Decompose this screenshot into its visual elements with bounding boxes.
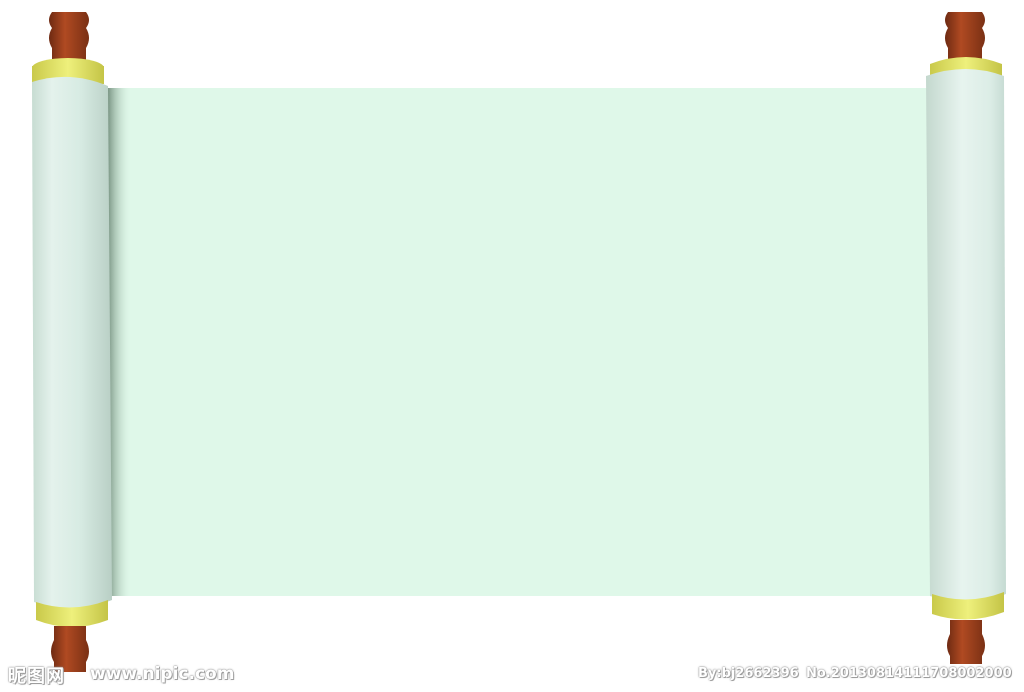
watermark-number: No.20130814111708002000 (806, 666, 1012, 681)
left-handle-top (49, 12, 89, 62)
watermark-url: www.nipic.com (90, 664, 235, 684)
left-roll (32, 76, 112, 609)
right-roll (926, 69, 1006, 602)
right-handle-bottom (947, 620, 985, 664)
watermark-brand: 昵图网 (8, 666, 65, 687)
scroll-illustration (32, 12, 1006, 672)
scroll-image: 昵图网 www.nipic.com By:bj2662396 No.201308… (0, 0, 1024, 692)
right-handle-top (945, 12, 985, 62)
scroll-paper (100, 88, 940, 596)
watermark-author: By:bj2662396 (698, 666, 799, 681)
